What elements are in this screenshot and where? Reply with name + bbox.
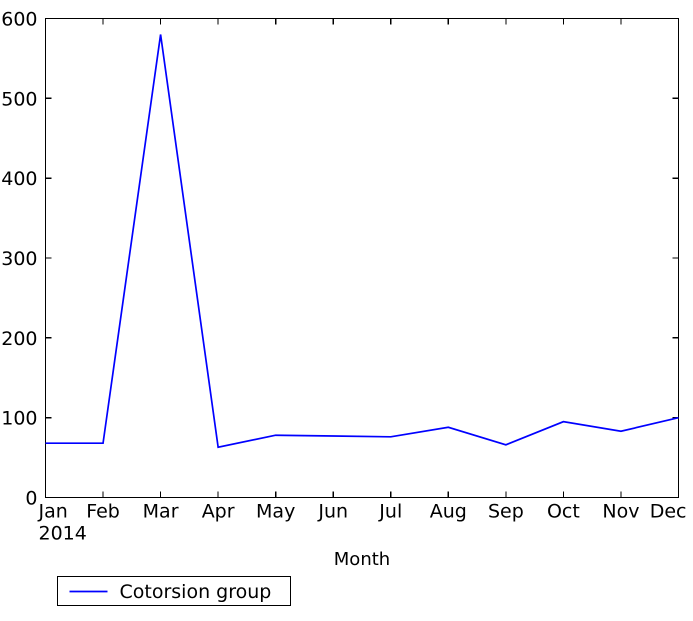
x-tick-label: Nov bbox=[602, 501, 639, 523]
x-axis-ticks: Jan Feb Mar Apr May Jun Jul Aug Sep Oct Nov Dec 2014 bbox=[38, 18, 687, 545]
x-tick-label: Sep bbox=[488, 501, 524, 523]
y-tick-label: 600 bbox=[1, 9, 37, 31]
x-tick-label: Jun bbox=[317, 501, 348, 523]
x-tick-label: Feb bbox=[86, 501, 120, 523]
x-tick-label: May bbox=[256, 501, 295, 523]
x-tick-label: Aug bbox=[430, 501, 467, 523]
x-tick-label: Dec bbox=[650, 501, 687, 523]
legend-label: Cotorsion group bbox=[120, 581, 272, 603]
line-chart: 0 100 200 300 400 500 600 Jan Feb Mar Apr May Jun Ju… bbox=[1, 9, 687, 607]
x-tick-label: Oct bbox=[547, 501, 580, 523]
data-series-group bbox=[45, 34, 679, 449]
chart-legend: Cotorsion group bbox=[56, 575, 292, 607]
y-tick-label: 200 bbox=[1, 328, 37, 350]
x-axis-title: Month bbox=[334, 549, 390, 570]
y-tick-label: 300 bbox=[1, 248, 37, 270]
x-axis-unit-label: 2014 bbox=[39, 523, 87, 545]
y-tick-label: 400 bbox=[1, 168, 37, 190]
series-line-cotorsion-group bbox=[45, 34, 679, 449]
x-tick-label: Mar bbox=[143, 501, 179, 523]
x-tick-label: Apr bbox=[202, 501, 235, 523]
figure-canvas: 0 100 200 300 400 500 600 Jan Feb Mar Apr May Jun Ju… bbox=[0, 0, 693, 621]
x-tick-label: Jan bbox=[38, 501, 68, 523]
axis-labels: Month bbox=[334, 549, 390, 570]
y-axis-ticks: 0 100 200 300 400 500 600 bbox=[1, 9, 679, 510]
y-tick-label: 100 bbox=[1, 408, 37, 430]
y-tick-label: 500 bbox=[1, 88, 37, 110]
y-tick-label: 0 bbox=[25, 488, 37, 510]
x-tick-label: Jul bbox=[378, 501, 402, 523]
